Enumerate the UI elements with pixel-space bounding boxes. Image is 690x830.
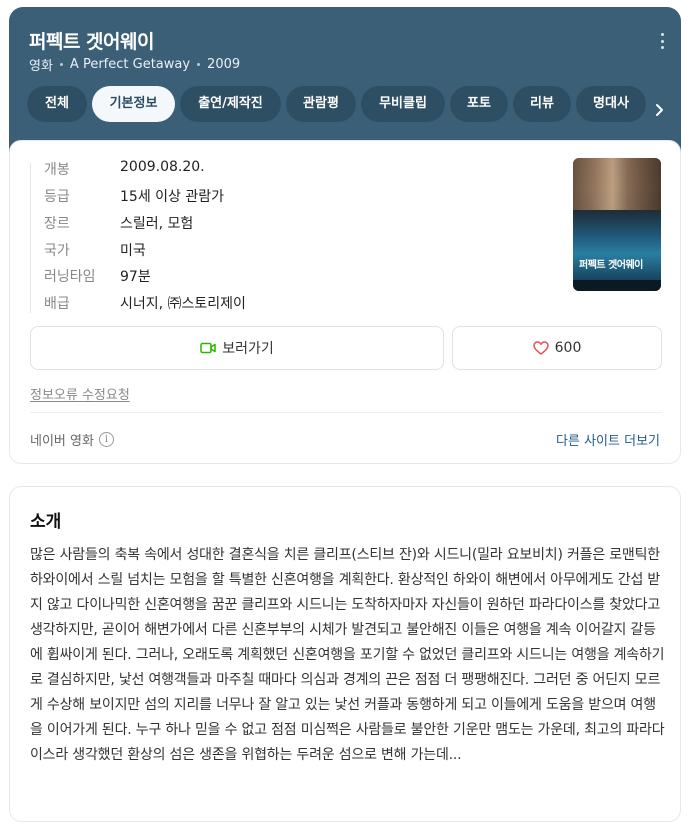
chevron-right-icon[interactable] — [653, 103, 667, 117]
movie-category: 영화 — [29, 59, 53, 74]
info-value: 미국 — [120, 243, 146, 259]
poster-title-text: 퍼펙트 겟어웨이 — [579, 260, 643, 271]
intro-card: 소개 많은 사람들의 축복 속에서 성대한 결혼식을 치른 클리프(스티브 잔)… — [9, 486, 681, 822]
tab-bar: 전체 기본정보 출연/제작진 관람평 무비클립 포토 리뷰 명대사 — [27, 86, 651, 122]
movie-subline: 영화 A Perfect Getaway 2009 — [29, 55, 240, 74]
like-count: 600 — [554, 340, 582, 356]
tab-photos[interactable]: 포토 — [450, 86, 508, 122]
intro-heading: 소개 — [30, 512, 62, 532]
info-divider-line — [30, 163, 31, 313]
tab-quotes[interactable]: 명대사 — [576, 86, 646, 122]
info-value: 97분 — [120, 269, 151, 285]
info-value: 스릴러, 모험 — [120, 216, 194, 232]
watch-button[interactable]: 보러가기 — [30, 326, 444, 370]
source-label: 네이버 영화 i — [30, 430, 114, 449]
poster-credits-strip — [573, 280, 661, 291]
info-key: 국가 — [44, 243, 70, 259]
info-key: 등급 — [44, 189, 70, 205]
more-options-icon[interactable] — [659, 33, 665, 49]
info-key: 개봉 — [44, 162, 70, 178]
info-value: 시너지, ㈜스토리제이 — [120, 296, 246, 312]
info-icon[interactable]: i — [98, 432, 114, 447]
movie-poster[interactable]: 퍼펙트 겟어웨이 — [573, 158, 661, 291]
info-value: 15세 이상 관람가 — [120, 189, 224, 205]
source-name: 네이버 영화 — [30, 434, 94, 449]
tab-reviews[interactable]: 리뷰 — [513, 86, 571, 122]
separator-dot — [197, 63, 201, 66]
movie-title: 퍼펙트 겟어웨이 — [29, 31, 154, 53]
other-sites-link[interactable]: 다른 사이트 더보기 — [556, 430, 660, 449]
movie-english-title: A Perfect Getaway — [69, 57, 191, 72]
info-key: 배급 — [44, 296, 70, 312]
report-error-link[interactable]: 정보오류 수정요청 — [30, 384, 130, 403]
tab-basic-info[interactable]: 기본정보 — [92, 86, 175, 122]
video-icon — [200, 342, 216, 354]
info-key: 러닝타임 — [44, 269, 96, 285]
info-value: 2009.08.20. — [120, 159, 205, 175]
like-button[interactable]: 600 — [452, 326, 662, 370]
tab-movie-clips[interactable]: 무비클립 — [361, 86, 445, 122]
heart-icon — [532, 341, 549, 355]
card-divider — [30, 412, 662, 413]
tab-all[interactable]: 전체 — [27, 86, 87, 122]
tab-cast[interactable]: 출연/제작진 — [180, 86, 281, 122]
poster-faces — [573, 158, 661, 210]
movie-year: 2009 — [207, 57, 241, 72]
separator-dot — [59, 63, 63, 66]
synopsis-text: 많은 사람들의 축복 속에서 성대한 결혼식을 치른 클리프(스티브 잔)와 시… — [30, 547, 665, 763]
basic-info-card: 개봉 2009.08.20. 등급 15세 이상 관람가 장르 스릴러, 모험 … — [9, 140, 681, 464]
tab-ratings[interactable]: 관람평 — [286, 86, 356, 122]
info-key: 장르 — [44, 216, 70, 232]
watch-button-label: 보러가기 — [222, 341, 274, 357]
